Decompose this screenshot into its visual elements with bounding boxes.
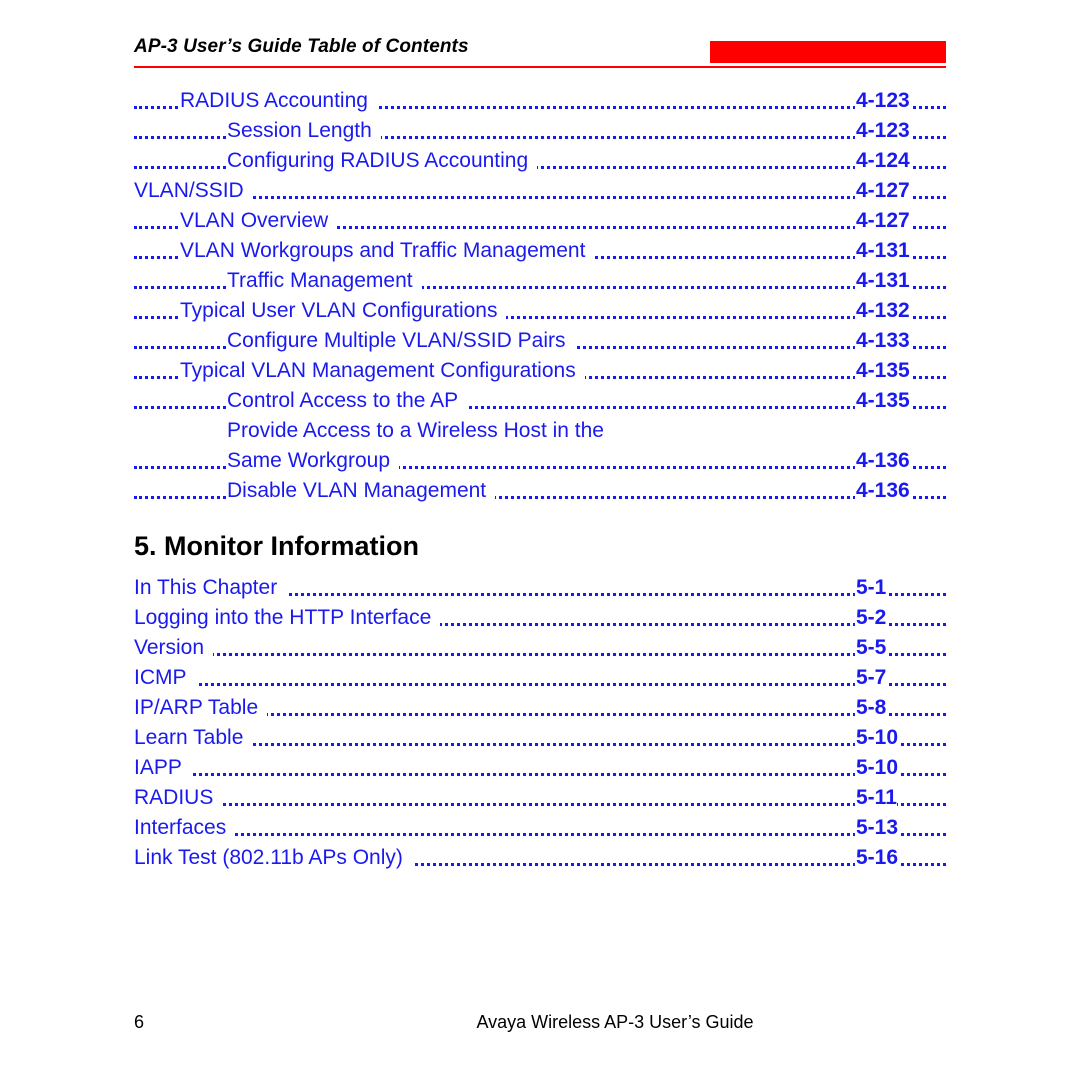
toc-entry-page-number: 5-13 xyxy=(855,813,899,843)
toc-entry-page-number: 4-136 xyxy=(855,446,910,476)
toc-entry[interactable]: IP/ARP Table 5-8 xyxy=(134,693,946,723)
toc-entry-label: Traffic Management xyxy=(227,266,422,296)
toc-entry[interactable]: RADIUS Accounting 4-123 xyxy=(134,86,946,116)
toc-entry-label: Control Access to the AP xyxy=(227,386,468,416)
toc-entry-page-number: 5-11 xyxy=(855,783,897,813)
toc-entry-label: In This Chapter xyxy=(134,573,287,603)
toc-entry[interactable]: Session Length 4-123 xyxy=(134,116,946,146)
toc-entry-page-number: 4-133 xyxy=(855,326,910,356)
toc-entry-label: VLAN Overview xyxy=(180,206,338,236)
toc-leader-dots xyxy=(134,773,946,776)
toc-entry-label: Version xyxy=(134,633,214,663)
toc-list-chapter-5: In This Chapter 5-1 Logging into the HTTP … xyxy=(134,573,946,873)
toc-entry-page-number: 4-135 xyxy=(855,356,910,386)
toc-entry-page-number: 4-131 xyxy=(855,266,910,296)
document-page: AP-3 User’s Guide Table of Contents RADI… xyxy=(0,0,1080,1080)
toc-entry[interactable]: ICMP 5-7 xyxy=(134,663,946,693)
toc-entry[interactable]: Logging into the HTTP Interface 5-2 xyxy=(134,603,946,633)
toc-entry-page-number: 5-16 xyxy=(855,843,899,873)
toc-entry-label: Interfaces xyxy=(134,813,236,843)
toc-entry-page-number: 4-131 xyxy=(855,236,910,266)
toc-leader-dots xyxy=(134,803,946,806)
toc-entry-page-number: 5-10 xyxy=(855,753,899,783)
toc-entry-label: Typical VLAN Management Configurations xyxy=(180,356,585,386)
footer-guide-title: Avaya Wireless AP-3 User’s Guide xyxy=(476,1012,754,1032)
header-red-accent-box xyxy=(710,41,946,63)
toc-entry-label: Configure Multiple VLAN/SSID Pairs xyxy=(227,326,575,356)
toc-leader-dots xyxy=(134,653,946,656)
toc-entry-label: Session Length xyxy=(227,116,381,146)
toc-entry[interactable]: Traffic Management 4-131 xyxy=(134,266,946,296)
toc-entry-page-number: 5-5 xyxy=(855,633,887,663)
toc-entry[interactable]: Configure Multiple VLAN/SSID Pairs 4-133 xyxy=(134,326,946,356)
toc-leader-dots xyxy=(134,196,946,199)
toc-entry[interactable]: Version 5-5 xyxy=(134,633,946,663)
toc-entry-label: Learn Table xyxy=(134,723,253,753)
chapter-heading: 5. Monitor Information xyxy=(134,531,419,561)
toc-leader-dots xyxy=(134,743,946,746)
toc-entry-label: VLAN/SSID xyxy=(134,176,253,206)
toc-entry-page-number: 4-127 xyxy=(855,206,910,236)
toc-entry-page-number: 4-132 xyxy=(855,296,910,326)
toc-entry[interactable]: VLAN/SSID 4-127 xyxy=(134,176,946,206)
page-footer: 6 Avaya Wireless AP-3 User’s Guide xyxy=(134,1012,946,1040)
toc-entry-label: RADIUS xyxy=(134,783,223,813)
toc-entry[interactable]: VLAN Overview 4-127 xyxy=(134,206,946,236)
toc-entry[interactable]: Link Test (802.11b APs Only) 5-16 xyxy=(134,843,946,873)
toc-entry[interactable]: Disable VLAN Management 4-136 xyxy=(134,476,946,506)
toc-entry-label: RADIUS Accounting xyxy=(180,86,377,116)
toc-entry-page-number: 4-135 xyxy=(855,386,910,416)
toc-leader-dots xyxy=(134,833,946,836)
toc-entry-label: Disable VLAN Management xyxy=(227,476,496,506)
toc-entry[interactable]: Same Workgroup 4-136 xyxy=(134,446,946,476)
toc-entry[interactable]: RADIUS 5-11 xyxy=(134,783,946,813)
toc-entry[interactable]: In This Chapter 5-1 xyxy=(134,573,946,603)
toc-entry-label: Provide Access to a Wireless Host in the xyxy=(227,416,613,446)
toc-entry[interactable]: Provide Access to a Wireless Host in the xyxy=(134,416,946,446)
toc-leader-dots xyxy=(134,683,946,686)
toc-entry-page-number: 4-127 xyxy=(855,176,910,206)
toc-entry[interactable]: Control Access to the AP 4-135 xyxy=(134,386,946,416)
toc-entry-page-number: 4-123 xyxy=(855,86,910,116)
toc-entry-label: Link Test (802.11b APs Only) xyxy=(134,843,412,873)
toc-entry-label: IAPP xyxy=(134,753,191,783)
toc-entry-page-number: 4-124 xyxy=(855,146,910,176)
toc-entry-label: ICMP xyxy=(134,663,196,693)
toc-entry[interactable]: Interfaces 5-13 xyxy=(134,813,946,843)
toc-entry-label: IP/ARP Table xyxy=(134,693,268,723)
toc-entry[interactable]: Typical User VLAN Configurations 4-132 xyxy=(134,296,946,326)
toc-entry-page-number: 5-10 xyxy=(855,723,899,753)
toc-entry-page-number: 5-1 xyxy=(855,573,887,603)
toc-entry-label: Configuring RADIUS Accounting xyxy=(227,146,538,176)
toc-entry-page-number: 4-123 xyxy=(855,116,910,146)
header-title: AP-3 User’s Guide Table of Contents xyxy=(134,36,469,57)
toc-entry-page-number: 5-8 xyxy=(855,693,887,723)
toc-entry-label: Typical User VLAN Configurations xyxy=(180,296,507,326)
page-header: AP-3 User’s Guide Table of Contents xyxy=(134,36,946,70)
toc-entry[interactable]: Typical VLAN Management Configurations 4-… xyxy=(134,356,946,386)
toc-entry-page-number: 5-2 xyxy=(855,603,887,633)
toc-entry-label: Same Workgroup xyxy=(227,446,400,476)
toc-entry-label: VLAN Workgroups and Traffic Management xyxy=(180,236,595,266)
header-red-rule xyxy=(134,66,946,68)
toc-entry-page-number: 4-136 xyxy=(855,476,910,506)
toc-entry-page-number: 5-7 xyxy=(855,663,887,693)
toc-entry[interactable]: Learn Table 5-10 xyxy=(134,723,946,753)
toc-entry[interactable]: Configuring RADIUS Accounting 4-124 xyxy=(134,146,946,176)
toc-entry[interactable]: VLAN Workgroups and Traffic Management 4-… xyxy=(134,236,946,266)
toc-entry[interactable]: IAPP 5-10 xyxy=(134,753,946,783)
toc-entry-label: Logging into the HTTP Interface xyxy=(134,603,441,633)
toc-list-chapter-4: RADIUS Accounting 4-123 Session Length 4-12… xyxy=(134,86,946,506)
